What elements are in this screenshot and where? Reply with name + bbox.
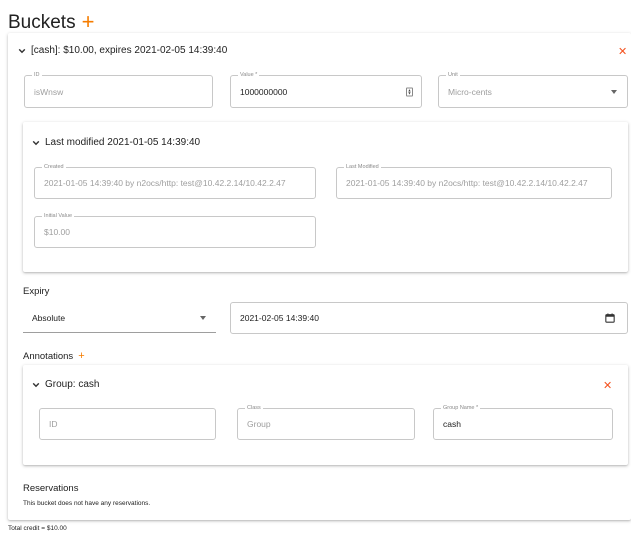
created-field-value: 2021-01-05 14:39:40 by n2ocs/http: test@… (44, 178, 286, 188)
annotation-class-input[interactable]: Class Group (237, 404, 415, 440)
calendar-icon[interactable] (605, 313, 615, 323)
initial-value-field[interactable]: Initial Value $10.00 (34, 212, 316, 248)
annotation-id-placeholder: ID (49, 419, 58, 429)
unit-select-label: Unit (446, 71, 460, 79)
unit-select[interactable]: Unit Micro-cents (438, 71, 628, 108)
value-field-label: Value * (238, 71, 260, 79)
number-stepper-icon[interactable]: ▲ ▼ (406, 87, 413, 96)
last-modified-card: Last modified 2021-01-05 14:39:40 Create… (23, 122, 628, 272)
chevron-down-icon (18, 48, 26, 53)
annotation-class-label: Class (245, 404, 263, 412)
expiry-date-input[interactable]: 2021-02-05 14:39:40 (230, 302, 628, 334)
value-field-value: 1000000000 (240, 86, 288, 97)
last-modified-field-label: Last Modified (344, 163, 381, 171)
annotation-group-header-text: Group: cash (45, 379, 100, 390)
created-field-label: Created (42, 163, 66, 171)
chevron-down-icon (32, 382, 40, 387)
unit-select-value: Micro-cents (448, 86, 492, 97)
id-field-value: isWnsw (34, 86, 64, 97)
id-field[interactable]: ID isWnsw (24, 71, 213, 108)
page-title-text: Buckets (8, 12, 76, 33)
last-modified-header[interactable]: Last modified 2021-01-05 14:39:40 (32, 137, 200, 148)
expiry-type-select[interactable]: Absolute (23, 303, 216, 333)
total-credit-text: Total credit = $10.00 (8, 525, 67, 532)
add-bucket-icon[interactable]: + (82, 9, 95, 34)
annotations-label-text: Annotations (23, 351, 74, 362)
last-modified-field-value: 2021-01-05 14:39:40 by n2ocs/http: test@… (346, 178, 588, 188)
expiry-label: Expiry (23, 286, 50, 297)
annotation-id-input[interactable]: ID (39, 408, 216, 440)
reservations-label: Reservations (23, 483, 79, 494)
annotation-class-placeholder: Group (247, 419, 271, 429)
last-modified-header-text: Last modified 2021-01-05 14:39:40 (45, 137, 201, 148)
remove-bucket-close-icon[interactable]: ✕ (618, 45, 627, 58)
expiry-type-value: Absolute (32, 312, 66, 323)
last-modified-field[interactable]: Last Modified 2021-01-05 14:39:40 by n2o… (336, 163, 612, 199)
annotation-group-header[interactable]: Group: cash (32, 379, 99, 390)
reservations-empty-text: This bucket does not have any reservatio… (23, 500, 151, 507)
dropdown-caret-icon (611, 89, 617, 94)
annotations-label: Annotations + (23, 350, 85, 362)
value-field[interactable]: Value * 1000000000 ▲ ▼ (230, 71, 422, 108)
expiry-date-value: 2021-02-05 14:39:40 (240, 313, 319, 323)
annotation-group-name-value: cash (443, 419, 461, 429)
page-title: Buckets + (8, 8, 94, 34)
initial-value-field-label: Initial Value (42, 212, 75, 220)
chevron-down-icon (32, 140, 40, 145)
dropdown-caret-icon (200, 315, 206, 320)
created-field[interactable]: Created 2021-01-05 14:39:40 by n2ocs/htt… (34, 163, 316, 199)
annotation-group-name-label: Group Name * (441, 404, 481, 412)
remove-annotation-close-icon[interactable]: ✕ (603, 379, 612, 392)
annotation-group-name-input[interactable]: Group Name * cash (433, 404, 613, 440)
bucket-card: [cash]: $10.00, expires 2021-02-05 14:39… (8, 33, 631, 520)
id-field-label: ID (32, 71, 42, 79)
add-annotation-icon[interactable]: + (78, 350, 84, 362)
bucket-panel-header[interactable]: [cash]: $10.00, expires 2021-02-05 14:39… (18, 45, 227, 56)
initial-value-field-value: $10.00 (44, 227, 70, 237)
annotation-group-card: Group: cash ✕ ID Class Group Group Name … (23, 365, 628, 465)
bucket-header-text: [cash]: $10.00, expires 2021-02-05 14:39… (31, 45, 228, 56)
